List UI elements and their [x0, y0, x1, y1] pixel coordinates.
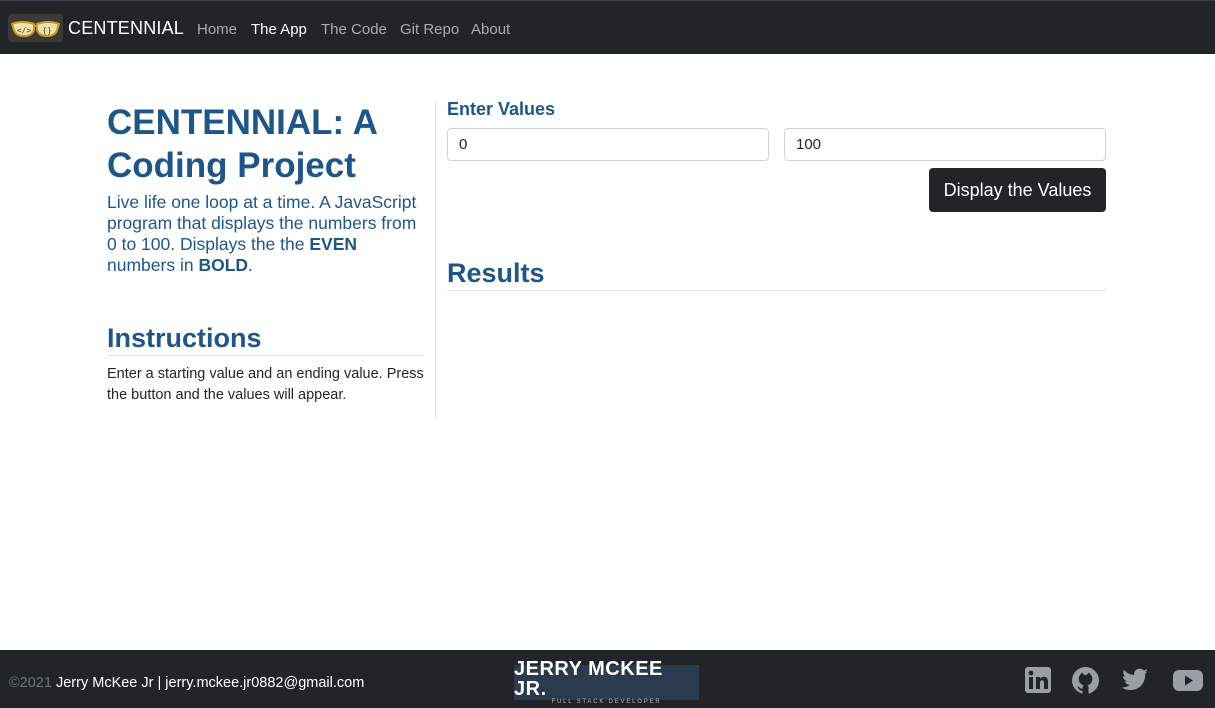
column-divider	[435, 101, 436, 419]
copyright-year: ©2021	[9, 675, 52, 691]
svg-text:{}: {}	[42, 26, 52, 35]
intro-text-2: numbers in	[107, 255, 199, 275]
results-heading: Results	[447, 256, 1106, 291]
youtube-icon[interactable]	[1172, 666, 1203, 696]
svg-text:</>: </>	[17, 26, 32, 35]
nav-link-the-app[interactable]: The App	[251, 21, 307, 38]
footer-logo[interactable]: JERRY MCKEE JR. FULL STACK DEVELOPER	[514, 659, 699, 705]
intro-description: Live life one loop at a time. A JavaScri…	[107, 192, 427, 276]
glasses-icon: </> {}	[8, 14, 63, 42]
page-title: CENTENNIAL: A Coding Project	[107, 103, 377, 185]
display-values-button[interactable]: Display the Values	[929, 168, 1106, 212]
intro-emphasis-even: EVEN	[309, 234, 357, 254]
brand-name[interactable]: CENTENNIAL	[68, 18, 184, 39]
linkedin-icon[interactable]	[1024, 666, 1054, 696]
footer-logo-name: JERRY MCKEE JR.	[514, 658, 663, 700]
footer-logo-tagline: FULL STACK DEVELOPER	[551, 699, 662, 705]
intro-emphasis-bold: BOLD	[198, 255, 249, 275]
intro-text-1: Live life one loop at a time. A JavaScri…	[107, 192, 417, 254]
top-navbar: </> {} CENTENNIAL Home The App The Code …	[0, 0, 1215, 54]
brand-logo[interactable]: </> {}	[8, 14, 63, 42]
nav-link-about[interactable]: About	[471, 21, 510, 38]
nav-link-home[interactable]: Home	[197, 21, 237, 38]
start-value-input[interactable]	[447, 128, 769, 161]
twitter-icon[interactable]	[1120, 666, 1150, 696]
instructions-text: Enter a starting value and an ending val…	[107, 366, 424, 403]
footer-contact[interactable]: Jerry McKee Jr | jerry.mckee.jr0882@gmai…	[56, 675, 364, 691]
nav-link-the-code[interactable]: The Code	[321, 21, 387, 38]
footer: ©2021 Jerry McKee Jr | jerry.mckee.jr088…	[0, 650, 1215, 708]
intro-text-3: .	[248, 255, 253, 275]
footer-copyright: ©2021 Jerry McKee Jr | jerry.mckee.jr088…	[9, 675, 364, 691]
nav-link-git-repo[interactable]: Git Repo	[400, 21, 459, 38]
github-icon[interactable]	[1071, 666, 1101, 696]
end-value-input[interactable]	[784, 128, 1106, 161]
instructions-heading: Instructions	[107, 321, 424, 356]
enter-values-label: Enter Values	[447, 99, 556, 119]
